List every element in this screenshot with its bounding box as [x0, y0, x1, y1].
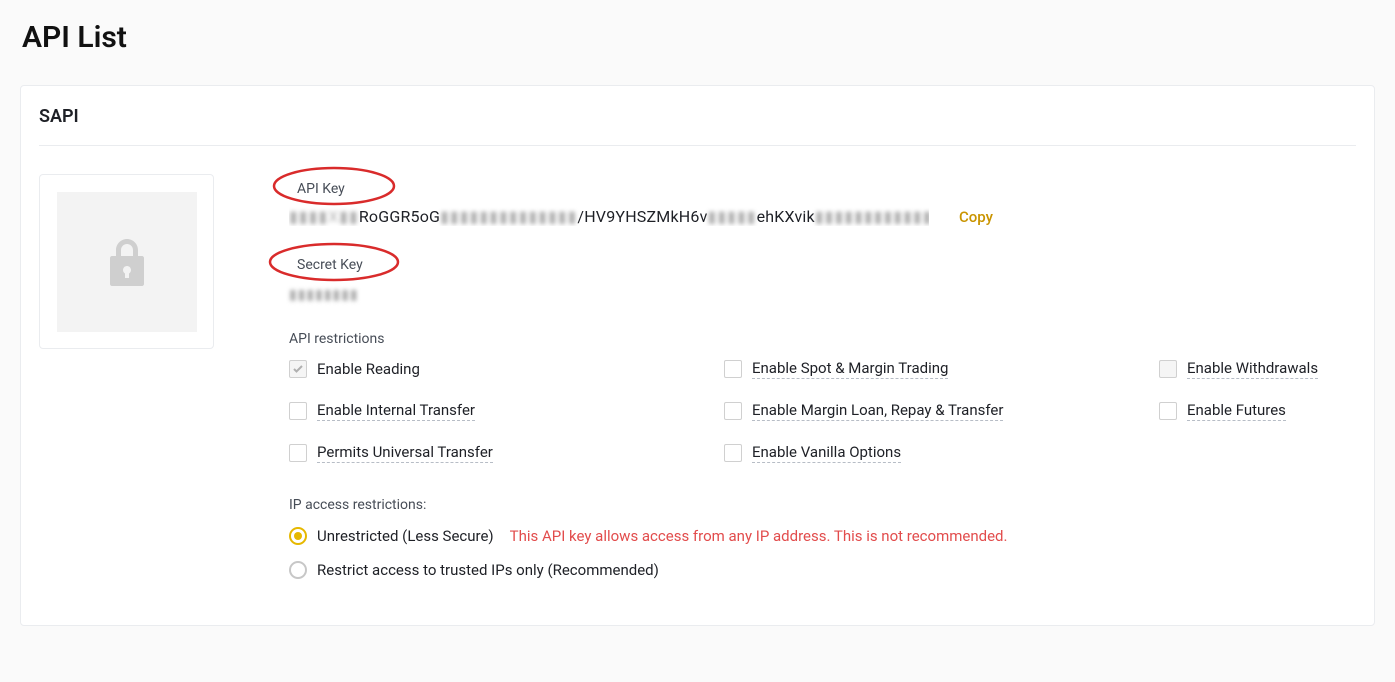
page-title: API List [0, 0, 1395, 75]
api-key-clear-frag: RoGGR5oG [359, 207, 440, 226]
api-key-masked-frag: ▮▮▮▮▮▮▮▮▮▮▮▮▮▮v [815, 207, 929, 226]
secret-key-label-annotated: Secret Key [269, 250, 391, 277]
api-key-value: ▮▮▮▮X▮▮RoGGR5oG▮▮▮▮▮▮▮▮▮▮▮▮▮▮/HV9YHSZMkH… [289, 207, 929, 226]
checkbox-icon [289, 360, 307, 378]
lock-icon [105, 236, 149, 288]
checkbox-label: Permits Universal Transfer [317, 443, 493, 463]
checkbox-enable-vanilla-options[interactable]: Enable Vanilla Options [724, 443, 1159, 463]
checkbox-enable-spot-margin[interactable]: Enable Spot & Margin Trading [724, 359, 1159, 379]
api-restrictions-grid: Enable Reading Enable Spot & Margin Trad… [289, 359, 1356, 463]
ip-warning-text: This API key allows access from any IP a… [510, 527, 1008, 545]
secret-key-label: Secret Key [297, 257, 363, 273]
copy-api-key-button[interactable]: Copy [959, 208, 993, 226]
radio-label: Restrict access to trusted IPs only (Rec… [317, 561, 659, 579]
qr-placeholder [39, 174, 214, 349]
checkbox-label: Enable Spot & Margin Trading [752, 359, 948, 379]
api-key-clear-frag: ehKXvik [757, 207, 815, 226]
api-key-masked-frag: ▮▮▮▮▮ [708, 207, 757, 226]
checkbox-enable-reading[interactable]: Enable Reading [289, 359, 724, 379]
secret-key-block: Secret Key ▮▮▮▮▮▮▮▮ [289, 250, 1356, 303]
radio-restricted[interactable]: Restrict access to trusted IPs only (Rec… [289, 561, 1356, 579]
secret-key-value: ▮▮▮▮▮▮▮▮ [289, 287, 1356, 303]
checkbox-enable-futures[interactable]: Enable Futures [1159, 401, 1356, 421]
checkbox-label: Enable Reading [317, 360, 420, 379]
checkbox-enable-withdrawals[interactable]: Enable Withdrawals [1159, 359, 1356, 379]
checkbox-icon [1159, 402, 1177, 420]
checkbox-label: Enable Vanilla Options [752, 443, 901, 463]
api-details: API Key ▮▮▮▮X▮▮RoGGR5oG▮▮▮▮▮▮▮▮▮▮▮▮▮▮/HV… [289, 174, 1356, 595]
api-key-label: API Key [297, 181, 345, 197]
api-key-masked-frag: ▮▮▮▮X▮▮ [289, 207, 359, 226]
checkbox-enable-internal-transfer[interactable]: Enable Internal Transfer [289, 401, 724, 421]
checkbox-label: Enable Futures [1187, 401, 1286, 421]
checkbox-icon [1159, 360, 1177, 378]
radio-icon [289, 561, 307, 579]
checkbox-icon [289, 402, 307, 420]
checkbox-label: Enable Internal Transfer [317, 401, 475, 421]
checkbox-icon [289, 444, 307, 462]
api-key-masked-frag: ▮▮▮▮▮▮▮▮▮▮▮▮▮▮ [440, 207, 577, 226]
lock-image-box [57, 192, 197, 332]
checkbox-enable-margin-loan[interactable]: Enable Margin Loan, Repay & Transfer [724, 401, 1159, 421]
radio-icon [289, 527, 307, 545]
api-content-row: API Key ▮▮▮▮X▮▮RoGGR5oG▮▮▮▮▮▮▮▮▮▮▮▮▮▮/HV… [39, 174, 1356, 595]
checkbox-icon [724, 444, 742, 462]
radio-label: Unrestricted (Less Secure) [317, 527, 494, 545]
checkbox-label: Enable Withdrawals [1187, 359, 1318, 379]
checkbox-icon [724, 402, 742, 420]
ip-access-label: IP access restrictions: [289, 497, 1356, 513]
api-restrictions-label: API restrictions [289, 331, 1356, 347]
checkbox-label: Enable Margin Loan, Repay & Transfer [752, 401, 1003, 421]
api-key-row: ▮▮▮▮X▮▮RoGGR5oG▮▮▮▮▮▮▮▮▮▮▮▮▮▮/HV9YHSZMkH… [289, 207, 1356, 226]
checkbox-icon [724, 360, 742, 378]
api-card: SAPI API Key ▮▮▮▮X▮▮RoGGR5oG▮▮▮▮▮▮▮▮▮▮▮▮… [20, 85, 1375, 626]
radio-unrestricted[interactable]: Unrestricted (Less Secure) This API key … [289, 527, 1356, 545]
api-key-label-annotated: API Key [269, 174, 373, 201]
api-key-clear-frag: /HV9YHSZMkH6v [577, 207, 707, 226]
api-entry-name: SAPI [39, 106, 1356, 146]
checkbox-permits-universal-transfer[interactable]: Permits Universal Transfer [289, 443, 724, 463]
